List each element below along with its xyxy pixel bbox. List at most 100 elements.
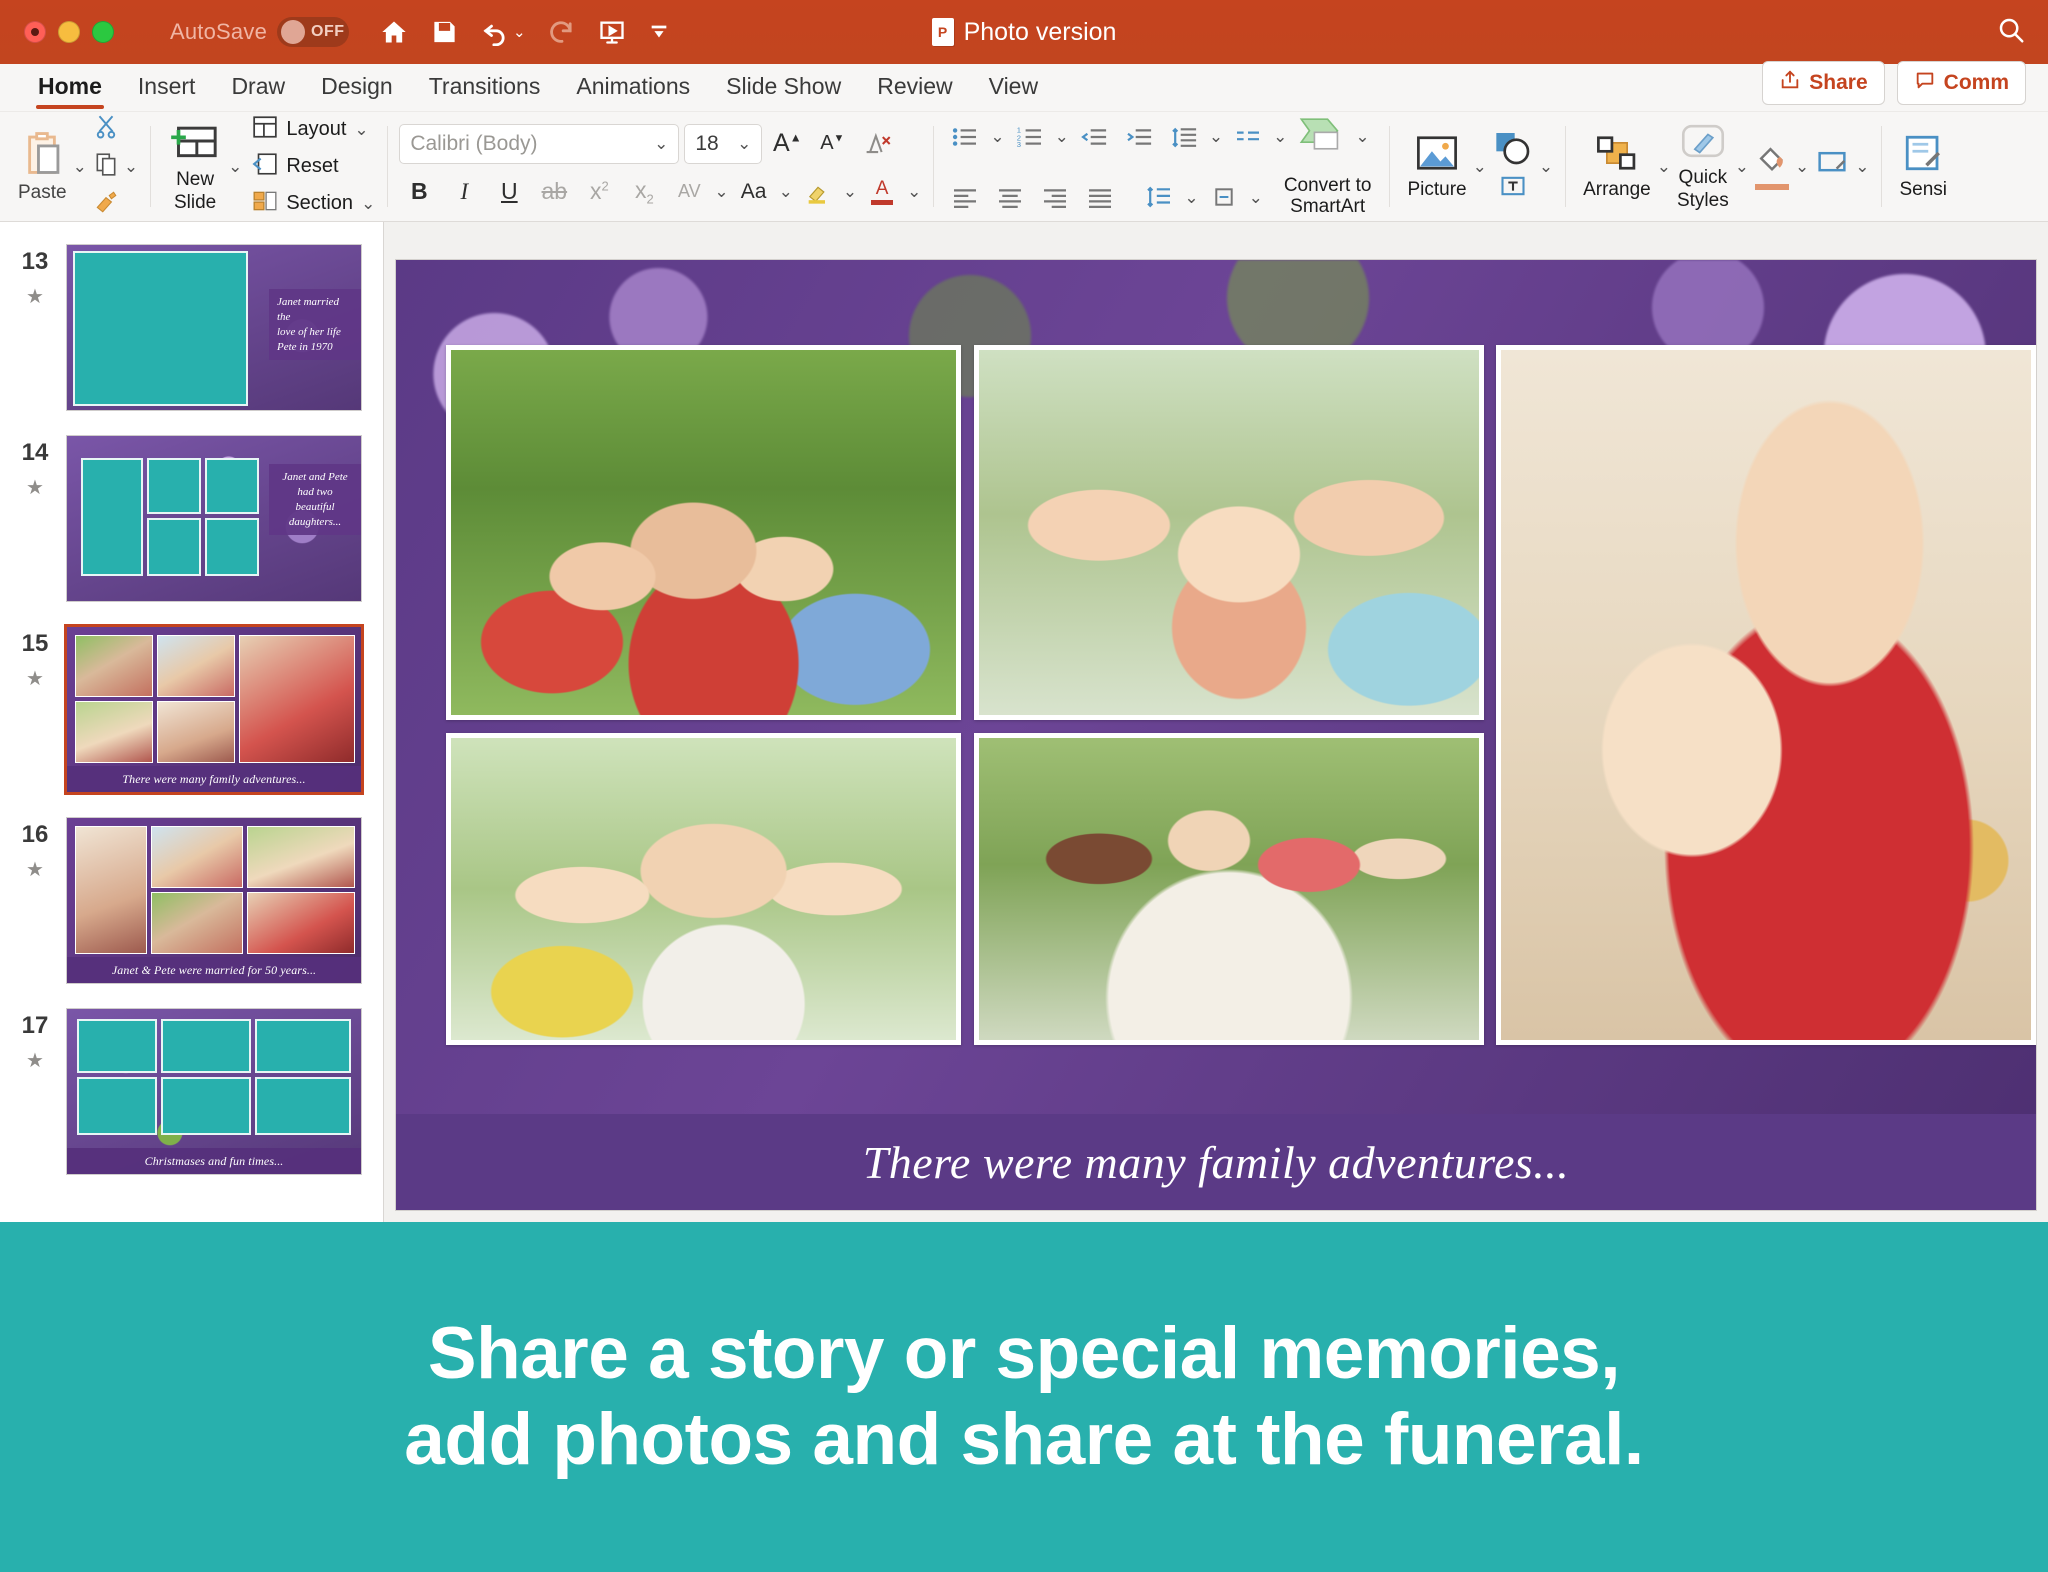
section-dropdown-chevron[interactable]: ⌄ (361, 195, 375, 212)
quick-styles-button[interactable]: Quick Styles (1671, 117, 1735, 216)
superscript-button[interactable]: x2 (579, 174, 619, 210)
columns-chevron[interactable]: ⌄ (1273, 128, 1287, 145)
align-left-icon[interactable] (945, 179, 985, 215)
photo-family-dinner[interactable] (974, 733, 1484, 1045)
window-controls[interactable] (24, 21, 114, 43)
bold-button[interactable]: B (399, 174, 439, 210)
undo-dropdown-chevron[interactable]: ⌄ (513, 25, 526, 40)
tab-review[interactable]: Review (861, 73, 968, 111)
character-spacing-chevron[interactable]: ⌄ (714, 183, 728, 200)
text-highlight-icon[interactable] (798, 174, 838, 210)
font-color-chevron[interactable]: ⌄ (907, 183, 921, 200)
photo-grandmother-selfie[interactable] (974, 345, 1484, 720)
autosave-toggle[interactable]: OFF (277, 17, 350, 47)
tab-transitions[interactable]: Transitions (413, 73, 557, 111)
shrink-font-button[interactable]: A▼ (812, 126, 852, 162)
new-slide-button[interactable]: New Slide (162, 115, 228, 218)
tab-animations[interactable]: Animations (560, 73, 706, 111)
quick-access-toolbar[interactable]: ⌄ (379, 18, 670, 46)
ribbon-right-actions[interactable]: Share Comm (1762, 61, 2026, 111)
close-window-button[interactable] (24, 21, 46, 43)
font-family-chevron[interactable]: ⌄ (654, 135, 668, 152)
slide-caption-band[interactable]: There were many family adventures... (396, 1114, 2036, 1210)
arrange-chevron[interactable]: ⌄ (1657, 158, 1671, 175)
subscript-button[interactable]: x2 (624, 174, 664, 210)
undo-icon[interactable]: ⌄ (480, 18, 526, 46)
align-center-icon[interactable] (990, 179, 1030, 215)
section-button[interactable]: Section ⌄ (252, 189, 375, 219)
shape-outline-button[interactable] (1809, 143, 1855, 190)
align-right-icon[interactable] (1035, 179, 1075, 215)
paste-dropdown-chevron[interactable]: ⌄ (73, 158, 87, 175)
slide-thumbnail[interactable]: Janet and Pete had two beautiful daughte… (66, 435, 362, 602)
bullets-chevron[interactable]: ⌄ (990, 128, 1004, 145)
picture-button[interactable]: Picture (1401, 129, 1472, 205)
font-size-select[interactable]: 18 ⌄ (684, 123, 763, 164)
line-spacing-chevron[interactable]: ⌄ (1209, 128, 1223, 145)
grow-font-button[interactable]: A▲ (767, 126, 807, 162)
maximize-window-button[interactable] (92, 21, 114, 43)
save-icon[interactable] (431, 18, 458, 46)
photo-three-generations[interactable] (446, 733, 961, 1045)
clear-formatting-button[interactable] (857, 126, 897, 162)
font-size-chevron[interactable]: ⌄ (737, 135, 751, 152)
thumbnail-slide-16[interactable]: 16 ★ Janet & Pete were married for 50 ye… (0, 807, 383, 998)
align-text-icon[interactable] (1204, 179, 1244, 215)
character-spacing-button[interactable]: AV (669, 174, 709, 210)
thumbnail-slide-13[interactable]: 13 ★ Janet married the love of her life … (0, 234, 383, 425)
home-icon[interactable] (379, 18, 409, 46)
text-direction-icon[interactable] (1139, 179, 1179, 215)
layout-dropdown-chevron[interactable]: ⌄ (354, 121, 368, 138)
current-slide[interactable]: There were many family adventures... (396, 260, 2036, 1210)
tab-home[interactable]: Home (22, 73, 118, 111)
italic-button[interactable]: I (444, 174, 484, 210)
numbering-icon[interactable]: 123 (1010, 119, 1050, 155)
cut-button[interactable] (93, 113, 138, 144)
photo-grandmother-girl-portrait[interactable] (1496, 345, 2036, 1045)
shape-outline-chevron[interactable]: ⌄ (1855, 158, 1869, 175)
underline-button[interactable]: U (489, 174, 529, 210)
justify-icon[interactable] (1080, 179, 1120, 215)
paste-button[interactable]: Paste (12, 126, 73, 208)
tab-draw[interactable]: Draw (215, 73, 301, 111)
picture-chevron[interactable]: ⌄ (1473, 158, 1487, 175)
thumbnail-slide-17[interactable]: 17 ★ Christmases and fun times... (0, 998, 383, 1189)
autosave-control[interactable]: AutoSave OFF (170, 17, 350, 47)
shape-fill-button[interactable] (1749, 139, 1795, 194)
quick-styles-chevron[interactable]: ⌄ (1735, 158, 1749, 175)
tab-insert[interactable]: Insert (122, 73, 212, 111)
slide-thumbnail[interactable]: Christmases and fun times... (66, 1008, 362, 1175)
thumbnail-slide-14[interactable]: 14 ★ Janet and Pete had two beautiful da… (0, 425, 383, 616)
line-spacing-icon[interactable] (1164, 119, 1204, 155)
increase-indent-icon[interactable] (1119, 119, 1159, 155)
search-icon[interactable] (1996, 15, 2026, 50)
text-highlight-chevron[interactable]: ⌄ (843, 183, 857, 200)
bullets-icon[interactable] (945, 119, 985, 155)
start-slideshow-icon[interactable] (598, 18, 626, 46)
slide-thumbnail[interactable]: There were many family adventures... (64, 624, 364, 795)
font-color-icon[interactable]: A (862, 174, 902, 210)
decrease-indent-icon[interactable] (1074, 119, 1114, 155)
font-family-select[interactable]: Calibri (Body) ⌄ (399, 123, 680, 164)
minimize-window-button[interactable] (58, 21, 80, 43)
slide-thumbnail[interactable]: Janet & Pete were married for 50 years..… (66, 817, 362, 984)
change-case-chevron[interactable]: ⌄ (779, 183, 793, 200)
reset-button[interactable]: Reset (252, 152, 375, 182)
share-button[interactable]: Share (1762, 61, 1885, 105)
smartart-chevron[interactable]: ⌄ (1355, 128, 1369, 145)
format-painter-button[interactable] (93, 189, 138, 220)
tab-design[interactable]: Design (305, 73, 409, 111)
customize-toolbar-icon[interactable] (648, 21, 670, 43)
photo-family-group[interactable] (446, 345, 961, 720)
slide-thumbnail[interactable]: Janet married the love of her life Pete … (66, 244, 362, 411)
numbering-chevron[interactable]: ⌄ (1055, 128, 1069, 145)
columns-icon[interactable] (1228, 119, 1268, 155)
copy-dropdown-chevron[interactable]: ⌄ (124, 158, 138, 175)
change-case-button[interactable]: Aa (734, 174, 774, 210)
ribbon-toolbar[interactable]: Paste ⌄ ⌄ New Slide ⌄ Layout ⌄ Reset Sec… (0, 112, 2048, 222)
convert-to-smartart-button[interactable] (1292, 112, 1350, 162)
align-text-chevron[interactable]: ⌄ (1249, 189, 1263, 206)
text-direction-chevron[interactable]: ⌄ (1184, 189, 1198, 206)
shape-fill-chevron[interactable]: ⌄ (1795, 158, 1809, 175)
tab-slide-show[interactable]: Slide Show (710, 73, 857, 111)
